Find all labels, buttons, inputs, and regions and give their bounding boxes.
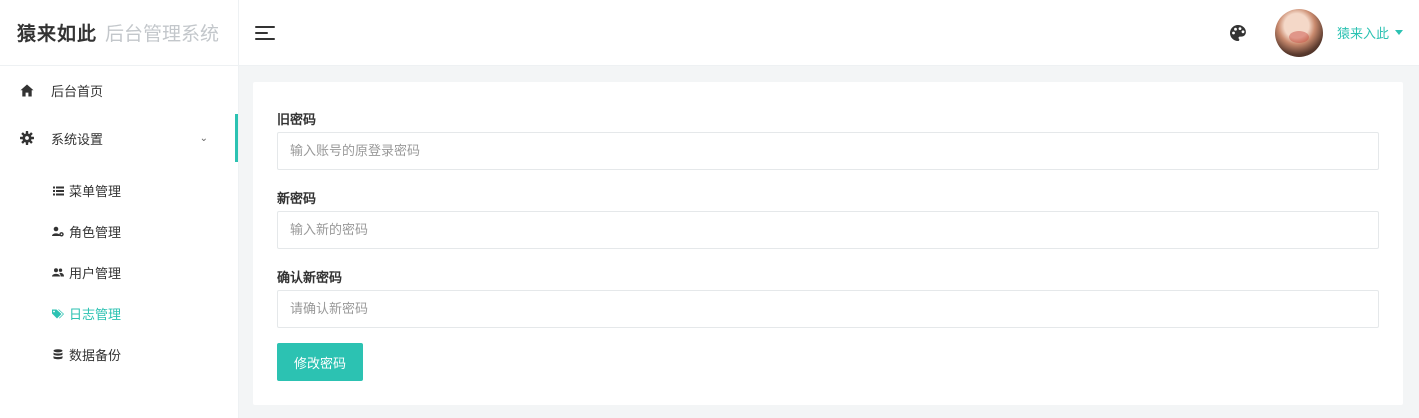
new-password-input[interactable] <box>277 211 1379 249</box>
brand-logo[interactable]: 猿来如此 <box>17 19 97 46</box>
new-password-label: 新密码 <box>277 192 317 207</box>
chevron-down-icon: ⌄ <box>199 132 208 144</box>
tags-icon <box>52 308 64 320</box>
change-password-card: 旧密码 新密码 确认新密码 修改密码 <box>253 82 1403 405</box>
list-icon <box>52 185 64 197</box>
confirm-password-input[interactable] <box>277 290 1379 328</box>
sidebar-item-user-management[interactable]: 用户管理 <box>0 252 238 293</box>
change-password-button[interactable]: 修改密码 <box>277 343 363 381</box>
sidebar-item-label: 系统设置 <box>51 132 104 148</box>
palette-icon[interactable] <box>1229 24 1247 42</box>
database-icon <box>52 349 64 361</box>
old-password-input[interactable] <box>277 132 1379 170</box>
menu-toggle-icon[interactable] <box>255 25 277 41</box>
sidebar-sub-label: 数据备份 <box>69 349 122 364</box>
brand: 猿来如此 后台管理系统 <box>0 0 239 66</box>
confirm-password-label: 确认新密码 <box>277 271 343 286</box>
home-icon <box>20 83 34 97</box>
sidebar-item-home[interactable]: 后台首页 <box>0 66 238 114</box>
sidebar-item-label: 后台首页 <box>51 84 104 100</box>
user-menu[interactable]: 猿来入此 <box>1337 23 1403 42</box>
sidebar-item-log-management[interactable]: 日志管理 <box>0 293 238 334</box>
sidebar-item-data-backup[interactable]: 数据备份 <box>0 334 238 375</box>
sidebar-item-menu-management[interactable]: 菜单管理 <box>0 170 238 211</box>
old-password-label: 旧密码 <box>277 113 317 128</box>
sidebar-sub-label: 用户管理 <box>69 267 122 282</box>
sidebar-item-settings[interactable]: 系统设置 ⌄ <box>0 114 238 162</box>
sidebar: 后台首页 系统设置 ⌄ 菜单管理 角色管理 用户管理 日志管理 数据备份 <box>0 66 239 418</box>
caret-down-icon <box>1395 30 1403 35</box>
user-gear-icon <box>52 226 64 238</box>
user-name: 猿来入此 <box>1336 27 1389 42</box>
avatar[interactable] <box>1274 8 1323 57</box>
sidebar-sub-label: 菜单管理 <box>69 185 122 200</box>
top-bar: 猿来如此 后台管理系统 猿来入此 <box>0 0 1419 66</box>
sidebar-item-role-management[interactable]: 角色管理 <box>0 211 238 252</box>
sidebar-sub-label: 角色管理 <box>69 226 122 241</box>
users-icon <box>52 267 64 279</box>
header-actions: 猿来入此 <box>1229 8 1419 57</box>
sidebar-sub-label: 日志管理 <box>69 308 122 323</box>
brand-subtitle: 后台管理系统 <box>105 23 220 45</box>
gear-icon <box>20 131 34 145</box>
